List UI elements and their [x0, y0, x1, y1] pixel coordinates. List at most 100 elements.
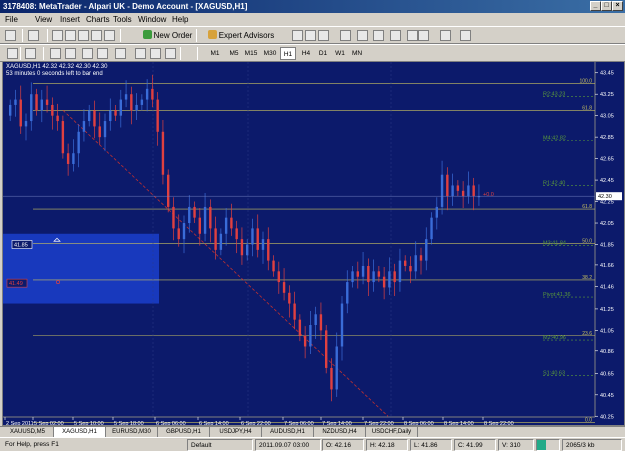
price-chart[interactable]: 43.45 43.25 43.05 42.85 42.65 42.45 42.25 42.05… — [2, 61, 625, 426]
chart-shift-icon[interactable] — [407, 30, 418, 41]
menu-tools[interactable]: Tools — [113, 13, 132, 26]
menu-window[interactable]: Window — [138, 13, 166, 26]
timeframe-h1[interactable]: H1 — [280, 47, 296, 60]
candle-body — [145, 88, 149, 100]
fib-level-label: 100.0 — [579, 78, 592, 84]
candle-body — [251, 228, 254, 245]
candle-body — [203, 206, 207, 234]
candle-body — [151, 88, 154, 100]
zoom-out-icon[interactable] — [357, 30, 368, 41]
price-tick-label: 42.65 — [600, 157, 614, 163]
menu-view[interactable]: View — [35, 13, 52, 26]
new-chart-icon[interactable] — [5, 30, 16, 41]
timeframe-m30[interactable]: M30 — [262, 47, 278, 60]
candle-body — [9, 104, 12, 116]
window-title-bar: 3178408: MetaTrader - Alpari UK - Demo A… — [0, 0, 625, 13]
candle-body — [182, 223, 186, 240]
candle-body — [346, 282, 349, 304]
candle-body — [14, 99, 17, 105]
timeframe-w1[interactable]: W1 — [332, 47, 348, 60]
profiles-icon[interactable] — [28, 30, 39, 41]
bar-chart-icon[interactable] — [292, 30, 303, 41]
chart-tab[interactable]: XAGUSD,H1 — [54, 427, 106, 437]
indicators-icon[interactable] — [418, 30, 429, 41]
crosshair-icon[interactable] — [25, 48, 36, 59]
candle-body — [56, 115, 59, 122]
bar-volume: V: 310 — [498, 439, 534, 451]
chart-tab[interactable]: USDCHF,Daily — [366, 427, 418, 437]
pivot-level-label: Pivot:41.36 — [543, 292, 571, 298]
timeframe-mn[interactable]: MN — [349, 47, 365, 60]
price-tick-label: 40.45 — [600, 393, 614, 399]
new-order-button-label: New Order — [153, 31, 193, 40]
chart-canvas[interactable]: 43.45 43.25 43.05 42.85 42.65 42.45 42.25 42.05… — [3, 62, 625, 426]
trendline-icon[interactable] — [82, 48, 93, 59]
periodicity-icon[interactable] — [440, 30, 451, 41]
fibonacci-icon[interactable] — [115, 48, 126, 59]
text-label-icon[interactable] — [150, 48, 161, 59]
candlestick-icon[interactable] — [305, 30, 316, 41]
chart-tab[interactable]: AUDUSD,H1 — [262, 427, 314, 437]
chart-tab[interactable]: NZDUSD,H4 — [314, 427, 366, 437]
auto-scroll-icon[interactable] — [390, 30, 401, 41]
candle-body — [272, 260, 275, 272]
separator — [120, 29, 121, 42]
menu-help[interactable]: Help — [172, 13, 188, 26]
timeframe-m1[interactable]: M1 — [207, 47, 223, 60]
candle-body — [335, 346, 338, 390]
timeframe-h4[interactable]: H4 — [298, 47, 314, 60]
terminal-icon[interactable] — [91, 30, 102, 41]
candle-body — [167, 174, 170, 207]
tile-windows-icon[interactable] — [373, 30, 384, 41]
candle-body — [398, 260, 402, 283]
chart-tab[interactable]: GBPUSD,H1 — [158, 427, 210, 437]
price-tick-label: 42.45 — [600, 178, 614, 184]
maximize-button[interactable]: □ — [601, 1, 612, 11]
strategy-tester-icon[interactable] — [104, 30, 115, 41]
connection-icon — [536, 439, 560, 451]
menu-insert[interactable]: Insert — [60, 13, 80, 26]
candle-body — [467, 185, 470, 197]
timeframe-m15[interactable]: M15 — [243, 47, 259, 60]
line-chart-icon[interactable] — [318, 30, 329, 41]
navigator-icon[interactable] — [78, 30, 89, 41]
market-watch-icon[interactable] — [52, 30, 63, 41]
menu-file[interactable]: File — [5, 13, 18, 26]
candle-body — [235, 228, 238, 240]
templates-icon[interactable] — [460, 30, 471, 41]
price-tick-label: 41.46 — [600, 284, 614, 290]
minimize-button[interactable]: _ — [590, 1, 601, 11]
timeframe-d1[interactable]: D1 — [315, 47, 331, 60]
text-icon[interactable] — [135, 48, 146, 59]
menu-charts[interactable]: Charts — [86, 13, 110, 26]
arrows-icon[interactable] — [165, 48, 176, 59]
chart-tab[interactable]: USDJPY,H4 — [210, 427, 262, 437]
cursor-icon[interactable] — [7, 48, 18, 59]
chart-tab[interactable]: EURUSD,M30 — [106, 427, 158, 437]
new-order-icon — [142, 30, 152, 39]
candle-body — [367, 265, 370, 283]
new-order-button[interactable]: New Order — [140, 29, 195, 42]
expert-advisors-button[interactable]: Expert Advisors — [207, 29, 275, 42]
candle-body — [430, 217, 433, 240]
chart-tab[interactable]: XAUUSD,M5 — [2, 427, 54, 437]
candle-body — [425, 239, 428, 261]
candle-body — [240, 239, 244, 256]
vertical-line-icon[interactable] — [50, 48, 61, 59]
candle-body — [209, 206, 212, 229]
candle-body — [409, 265, 412, 272]
candle-body — [98, 126, 101, 138]
zoom-in-icon[interactable] — [340, 30, 351, 41]
candle-body — [82, 121, 86, 132]
profile-name[interactable]: Default — [187, 439, 253, 451]
main-toolbar: New Order Expert Advisors — [0, 26, 625, 44]
price-tick-label: 40.86 — [600, 349, 614, 355]
candle-body — [66, 153, 70, 164]
candle-body — [51, 104, 54, 116]
horizontal-line-icon[interactable] — [65, 48, 76, 59]
close-button[interactable]: × — [612, 1, 623, 11]
timeframe-m5[interactable]: M5 — [226, 47, 242, 60]
equidistant-channel-icon[interactable] — [97, 48, 108, 59]
price-tick-label: 42.85 — [600, 135, 614, 141]
data-window-icon[interactable] — [65, 30, 76, 41]
